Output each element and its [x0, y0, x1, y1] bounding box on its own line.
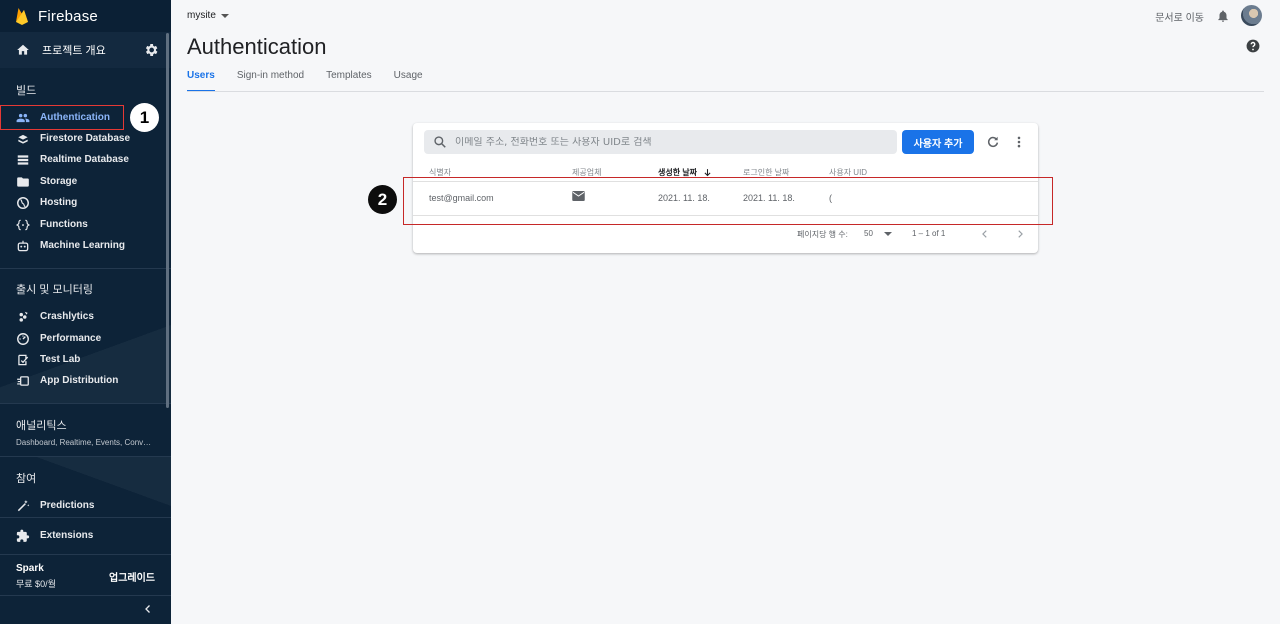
annotation-highlight-authentication — [0, 105, 124, 130]
section-engage: 참여 — [0, 470, 171, 486]
plan-info: Spark 무료 $0/월 — [16, 563, 56, 590]
wand-icon — [17, 499, 30, 511]
database-icon — [17, 154, 29, 165]
sidebar-divider — [0, 403, 171, 404]
sidebar-item-label: Extensions — [40, 530, 94, 541]
sidebar-item-crashlytics[interactable]: Crashlytics — [0, 306, 171, 327]
functions-icon — [16, 219, 30, 230]
gear-icon[interactable] — [143, 42, 159, 58]
brand[interactable]: Firebase — [0, 0, 171, 32]
sidebar-item-extensions[interactable]: Extensions — [0, 525, 171, 546]
sidebar-divider — [0, 456, 171, 457]
sidebar-item-label: Crashlytics — [40, 311, 94, 322]
sidebar-item-performance[interactable]: Performance — [0, 328, 171, 349]
sidebar-divider — [0, 595, 171, 596]
avatar[interactable] — [1241, 5, 1262, 26]
sidebar-item-label: Predictions — [40, 500, 95, 511]
tab-divider — [187, 91, 1264, 92]
annotation-marker-2: 2 — [368, 185, 397, 214]
sidebar-item-functions[interactable]: Functions — [0, 214, 171, 235]
search-icon — [434, 136, 446, 148]
rows-per-page-select[interactable]: 50 — [864, 229, 873, 238]
sidebar-scrollbar[interactable] — [166, 33, 169, 408]
rows-per-page-label: 페이지당 행 수: — [797, 230, 848, 239]
home-icon — [17, 44, 29, 55]
sidebar-item-label: Performance — [40, 333, 102, 344]
sidebar-item-label: Hosting — [40, 197, 78, 208]
upgrade-button[interactable]: 업그레이드 — [109, 569, 155, 584]
section-release: 출시 및 모니터링 — [0, 281, 171, 297]
project-name: mysite — [187, 10, 216, 21]
sidebar-item-machine-learning[interactable]: Machine Learning — [0, 235, 171, 256]
search-input[interactable] — [455, 136, 875, 148]
sidebar-item-hosting[interactable]: Hosting — [0, 192, 171, 213]
firestore-icon — [18, 134, 28, 144]
annotation-marker-1: 1 — [130, 103, 159, 132]
sidebar-divider — [0, 554, 171, 555]
sidebar-item-label: App Distribution — [40, 375, 119, 386]
section-title: 애널리틱스 — [16, 420, 67, 432]
sidebar-item-predictions[interactable]: Predictions — [0, 495, 171, 516]
chevron-down-icon — [220, 13, 229, 18]
section-analytics[interactable]: 애널리틱스 Dashboard, Realtime, Events, Conv… — [0, 417, 171, 447]
section-title: 참여 — [16, 473, 37, 485]
page-title: Authentication — [187, 34, 327, 59]
tab-bar: Users Sign-in method Templates Usage — [187, 70, 445, 92]
chevron-left-icon[interactable] — [980, 229, 990, 239]
distribution-icon — [17, 375, 29, 386]
tab-sign-in-method[interactable]: Sign-in method — [237, 70, 304, 92]
plan-name: Spark — [16, 563, 44, 574]
analytics-subtitle: Dashboard, Realtime, Events, Conv… — [16, 438, 152, 447]
section-title: 빌드 — [16, 85, 37, 97]
firebase-logo-icon — [16, 8, 28, 25]
plan-price: 무료 $0/월 — [16, 579, 56, 589]
section-title: 출시 및 모니터링 — [16, 284, 93, 296]
add-user-button[interactable]: 사용자 추가 — [902, 130, 974, 154]
chevron-right-icon[interactable] — [1015, 229, 1025, 239]
globe-icon — [17, 196, 29, 209]
speedometer-icon — [17, 332, 29, 345]
sidebar-divider — [0, 517, 171, 518]
puzzle-icon — [16, 529, 30, 542]
tab-users[interactable]: Users — [187, 70, 215, 92]
sidebar-item-test-lab[interactable]: Test Lab — [0, 349, 171, 370]
search-bar[interactable] — [424, 130, 897, 154]
project-overview-label: 프로젝트 개요 — [42, 45, 106, 57]
docs-link[interactable]: 문서로 이동 — [1155, 9, 1204, 24]
sidebar-item-realtime-database[interactable]: Realtime Database — [0, 149, 171, 170]
sidebar: Firebase 프로젝트 개요 빌드 Authentication Fires… — [0, 0, 171, 624]
checklist-icon — [18, 354, 29, 365]
tab-templates[interactable]: Templates — [326, 70, 372, 92]
chevron-left-icon[interactable] — [142, 603, 154, 615]
refresh-icon[interactable] — [986, 135, 1000, 149]
sidebar-item-label: Realtime Database — [40, 154, 129, 165]
chevron-down-icon[interactable] — [884, 232, 892, 236]
bell-icon[interactable] — [1216, 9, 1230, 23]
sidebar-item-label: Machine Learning — [40, 240, 126, 251]
sidebar-item-label: Storage — [40, 176, 78, 187]
annotation-highlight-user-row — [403, 177, 1053, 225]
sidebar-item-label: Firestore Database — [40, 133, 131, 144]
brand-name: Firebase — [38, 7, 98, 25]
project-overview[interactable]: 프로젝트 개요 — [0, 32, 171, 68]
sidebar-item-label: Test Lab — [40, 354, 81, 365]
sidebar-item-label: Functions — [40, 219, 88, 230]
more-vert-icon[interactable] — [1012, 135, 1026, 149]
crashlytics-icon — [19, 311, 28, 322]
robot-icon — [17, 240, 29, 251]
page-range: 1 – 1 of 1 — [912, 229, 946, 238]
top-bar: mysite 문서로 이동 — [171, 0, 1280, 32]
arrow-down-icon — [704, 169, 711, 177]
help-icon[interactable] — [1246, 39, 1260, 53]
folder-icon — [17, 176, 29, 187]
tab-usage[interactable]: Usage — [394, 70, 423, 92]
project-selector[interactable]: mysite — [187, 10, 229, 21]
sidebar-item-storage[interactable]: Storage — [0, 171, 171, 192]
sidebar-item-app-distribution[interactable]: App Distribution — [0, 370, 171, 391]
section-build: 빌드 — [0, 82, 171, 98]
sidebar-divider — [0, 268, 171, 269]
